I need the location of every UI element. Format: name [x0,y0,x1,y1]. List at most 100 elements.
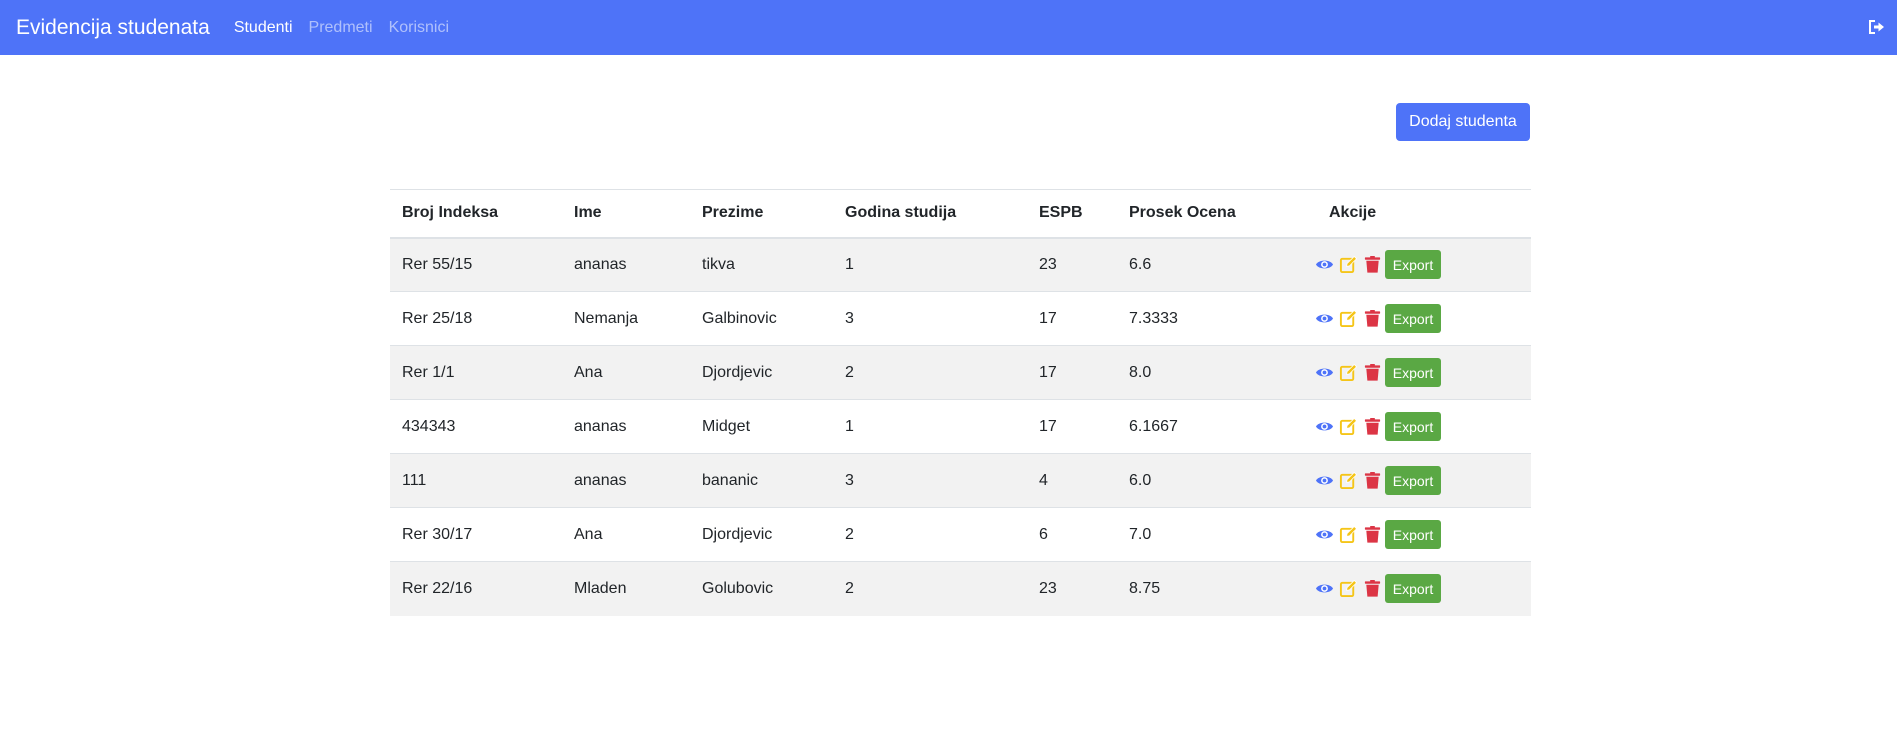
cell-godina-studija: 1 [833,237,1027,292]
cell-prosek-ocena: 6.1667 [1117,399,1301,454]
cell-broj-indeksa: Rer 25/18 [390,291,562,346]
cell-espb: 4 [1027,453,1117,508]
table-row: Rer 25/18 Nemanja Galbinovic 3 17 7.3333 [390,291,1531,346]
eye-icon[interactable] [1315,309,1334,328]
cell-godina-studija: 3 [833,291,1027,346]
cell-ime: ananas [562,453,690,508]
cell-akcije: Export [1301,237,1531,292]
cell-ime: Ana [562,507,690,562]
top-navbar: Evidencija studenata Studenti Predmeti K… [0,0,1897,55]
trash-icon[interactable] [1363,255,1382,274]
cell-prezime: bananic [690,453,833,508]
nav-link-korisnici[interactable]: Korisnici [389,19,449,37]
cell-prezime: Djordjevic [690,345,833,400]
trash-icon[interactable] [1363,417,1382,436]
cell-ime: Mladen [562,561,690,616]
eye-icon[interactable] [1315,525,1334,544]
edit-icon[interactable] [1339,579,1358,598]
trash-icon[interactable] [1363,471,1382,490]
cell-broj-indeksa: 434343 [390,399,562,454]
trash-icon[interactable] [1363,579,1382,598]
cell-prezime: Golubovic [690,561,833,616]
cell-akcije: Export [1301,291,1531,346]
eye-icon[interactable] [1315,579,1334,598]
export-button[interactable]: Export [1385,304,1441,333]
cell-espb: 17 [1027,291,1117,346]
column-header-prezime[interactable]: Prezime [690,189,833,239]
column-header-prosek-ocena[interactable]: Prosek Ocena [1117,189,1301,239]
cell-prezime: tikva [690,237,833,292]
eye-icon[interactable] [1315,363,1334,382]
table-row: Rer 30/17 Ana Djordjevic 2 6 7.0 Export [390,507,1531,562]
cell-akcije: Export [1301,507,1531,562]
nav-link-predmeti[interactable]: Predmeti [309,19,373,37]
edit-icon[interactable] [1339,363,1358,382]
cell-akcije: Export [1301,453,1531,508]
cell-prosek-ocena: 7.3333 [1117,291,1301,346]
table-row: Rer 22/16 Mladen Golubovic 2 23 8.75 Exp… [390,561,1531,616]
table-row: 111 ananas bananic 3 4 6.0 Export [390,453,1531,508]
edit-icon[interactable] [1339,525,1358,544]
table-row: 434343 ananas Midget 1 17 6.1667 Export [390,399,1531,454]
brand-link[interactable]: Evidencija studenata [16,16,210,40]
column-header-akcije: Akcije [1301,189,1531,239]
cell-espb: 6 [1027,507,1117,562]
cell-prezime: Galbinovic [690,291,833,346]
cell-prezime: Midget [690,399,833,454]
eye-icon[interactable] [1315,471,1334,490]
sign-out-icon[interactable] [1867,18,1885,36]
row-actions: Export [1313,466,1531,495]
cell-godina-studija: 2 [833,507,1027,562]
export-button[interactable]: Export [1385,412,1441,441]
export-button[interactable]: Export [1385,574,1441,604]
cell-prezime: Djordjevic [690,507,833,562]
cell-godina-studija: 1 [833,399,1027,454]
export-button[interactable]: Export [1385,466,1441,495]
edit-icon[interactable] [1339,471,1358,490]
cell-broj-indeksa: Rer 22/16 [390,561,562,616]
cell-broj-indeksa: 111 [390,453,562,508]
cell-prosek-ocena: 8.75 [1117,561,1301,616]
trash-icon[interactable] [1363,525,1382,544]
students-table: Broj Indeksa Ime Prezime Godina studija … [390,189,1531,616]
eye-icon[interactable] [1315,255,1334,274]
cell-prosek-ocena: 7.0 [1117,507,1301,562]
trash-icon[interactable] [1363,363,1382,382]
add-student-button[interactable]: Dodaj studenta [1396,103,1530,141]
export-button[interactable]: Export [1385,250,1441,280]
column-header-espb[interactable]: ESPB [1027,189,1117,239]
trash-icon[interactable] [1363,309,1382,328]
cell-ime: ananas [562,399,690,454]
cell-prosek-ocena: 6.6 [1117,237,1301,292]
cell-broj-indeksa: Rer 1/1 [390,345,562,400]
cell-espb: 23 [1027,237,1117,292]
cell-espb: 23 [1027,561,1117,616]
column-header-ime[interactable]: Ime [562,189,690,239]
table-row: Rer 55/15 ananas tikva 1 23 6.6 Export [390,237,1531,292]
cell-espb: 17 [1027,399,1117,454]
cell-broj-indeksa: Rer 55/15 [390,237,562,292]
eye-icon[interactable] [1315,417,1334,436]
table-body: Rer 55/15 ananas tikva 1 23 6.6 Export R… [390,237,1531,616]
row-actions: Export [1313,520,1531,549]
table-header-row: Broj Indeksa Ime Prezime Godina studija … [390,189,1531,239]
cell-ime: Ana [562,345,690,400]
edit-icon[interactable] [1339,417,1358,436]
cell-godina-studija: 2 [833,345,1027,400]
nav-link-studenti[interactable]: Studenti [234,19,293,37]
table-row: Rer 1/1 Ana Djordjevic 2 17 8.0 Export [390,345,1531,400]
row-actions: Export [1313,304,1531,333]
cell-akcije: Export [1301,399,1531,454]
column-header-broj-indeksa[interactable]: Broj Indeksa [390,189,562,239]
edit-icon[interactable] [1339,255,1358,274]
edit-icon[interactable] [1339,309,1358,328]
cell-ime: Nemanja [562,291,690,346]
cell-prosek-ocena: 6.0 [1117,453,1301,508]
export-button[interactable]: Export [1385,358,1441,387]
cell-godina-studija: 2 [833,561,1027,616]
export-button[interactable]: Export [1385,520,1441,549]
cell-ime: ananas [562,237,690,292]
cell-prosek-ocena: 8.0 [1117,345,1301,400]
cell-akcije: Export [1301,561,1531,616]
column-header-godina-studija[interactable]: Godina studija [833,189,1027,239]
